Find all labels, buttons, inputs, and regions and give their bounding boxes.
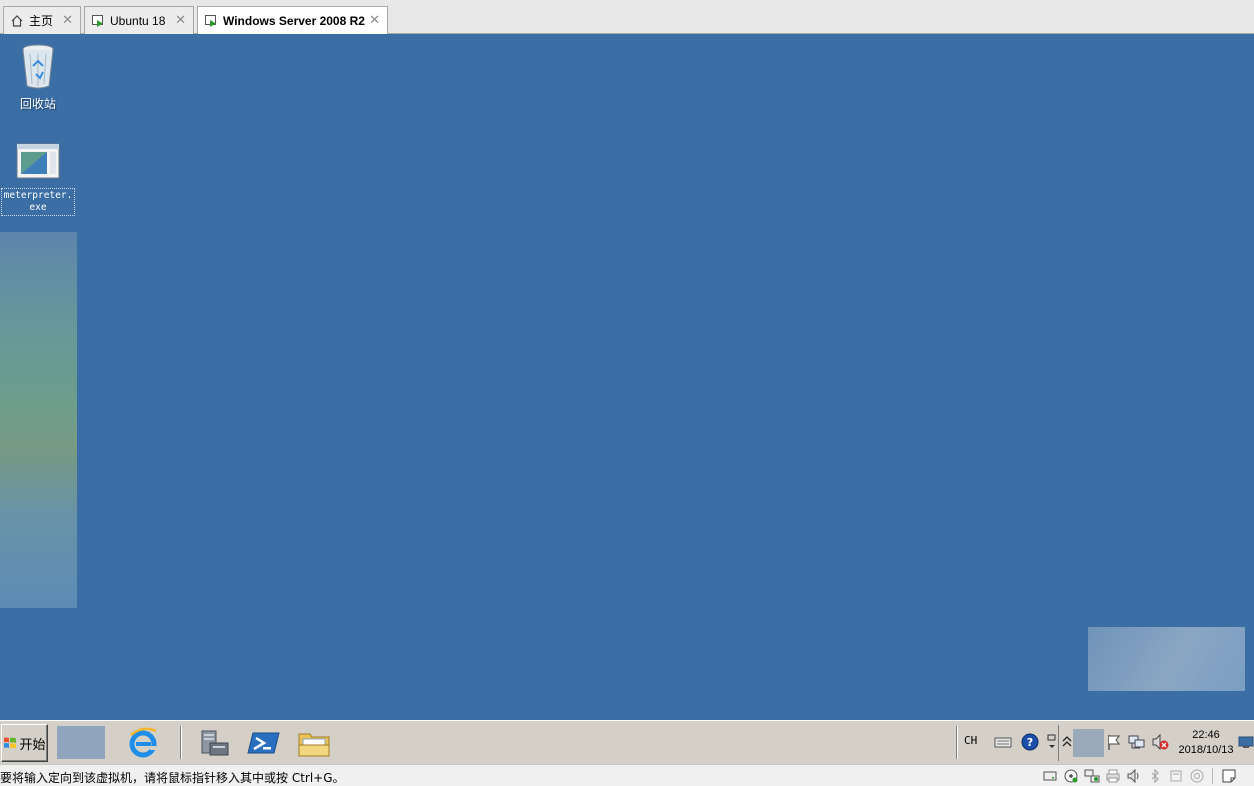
display-icon[interactable] xyxy=(1189,768,1205,784)
close-icon[interactable]: ✕ xyxy=(175,12,186,28)
usb-device-icon[interactable] xyxy=(1168,768,1184,784)
redacted-region xyxy=(0,232,77,608)
vmware-status-bar: 要将输入定向到该虚拟机，请将鼠标指针移入其中或按 Ctrl+G。 xyxy=(0,764,1254,786)
volume-muted-icon[interactable] xyxy=(1151,733,1169,751)
server-manager-icon[interactable] xyxy=(196,725,232,761)
sound-card-icon[interactable] xyxy=(1126,768,1142,784)
tab-windows-server[interactable]: Windows Server 2008 R2 ✕ xyxy=(197,6,388,35)
internet-explorer-icon[interactable] xyxy=(125,725,161,761)
taskbar: 开始 CH ? 22:46 2018/10/13 xyxy=(0,720,1254,764)
show-hidden-icons-icon[interactable] xyxy=(1061,733,1073,751)
network-icon[interactable] xyxy=(1128,733,1146,751)
close-icon[interactable]: ✕ xyxy=(62,12,73,28)
taskbar-separator xyxy=(956,726,958,759)
network-adapter-icon[interactable] xyxy=(1084,768,1100,784)
message-log-icon[interactable] xyxy=(1221,768,1237,784)
tab-ubuntu[interactable]: Ubuntu 18 ✕ xyxy=(84,6,194,34)
printer-icon[interactable] xyxy=(1105,768,1121,784)
desktop-icon-label: meterpreter.exe xyxy=(1,188,75,216)
desktop-icon-meterpreter[interactable]: meterpreter.exe xyxy=(0,142,76,216)
system-clock[interactable]: 22:46 2018/10/13 xyxy=(1174,728,1238,758)
executable-icon xyxy=(16,143,60,179)
status-message: 要将输入定向到该虚拟机，请将鼠标指针移入其中或按 Ctrl+G。 xyxy=(0,771,345,785)
tab-label: Windows Server 2008 R2 xyxy=(223,14,365,28)
action-center-flag-icon[interactable] xyxy=(1105,733,1123,751)
tab-label: Ubuntu 18 xyxy=(110,13,166,28)
svg-text:?: ? xyxy=(1027,736,1033,749)
taskbar-separator xyxy=(180,726,182,759)
recycle-bin-icon xyxy=(22,44,54,89)
status-separator xyxy=(1212,768,1213,784)
show-desktop-icon[interactable] xyxy=(1238,733,1254,751)
folder-icon[interactable] xyxy=(296,725,332,761)
close-icon[interactable]: ✕ xyxy=(369,12,380,28)
vm-running-icon xyxy=(205,15,216,27)
language-indicator[interactable]: CH xyxy=(964,734,977,747)
keyboard-icon[interactable] xyxy=(994,733,1012,751)
bluetooth-icon[interactable] xyxy=(1147,768,1163,784)
clock-date: 2018/10/13 xyxy=(1178,744,1234,756)
vm-running-icon xyxy=(92,14,103,27)
start-button[interactable]: 开始 xyxy=(1,724,48,762)
desktop-icon-label: 回收站 xyxy=(19,97,56,111)
hard-disk-icon[interactable] xyxy=(1042,768,1058,784)
tab-label: 主页 xyxy=(29,14,54,28)
clock-time: 22:46 xyxy=(1192,729,1220,741)
vm-tab-bar: 主页 ✕ Ubuntu 18 ✕ Windows Server 2008 R2 … xyxy=(0,0,1254,35)
desktop-icon-recycle-bin[interactable]: 回收站 xyxy=(0,42,76,112)
redacted-region xyxy=(57,726,105,759)
tab-home[interactable]: 主页 ✕ xyxy=(3,6,81,34)
start-label: 开始 xyxy=(19,736,46,752)
windows-logo-icon xyxy=(4,737,17,749)
help-icon[interactable]: ? xyxy=(1021,733,1039,751)
redacted-region xyxy=(1073,729,1104,757)
redacted-region xyxy=(1088,627,1245,691)
guest-desktop[interactable]: 回收站 meterpreter.exe xyxy=(0,34,1254,720)
toolbar-options-icon[interactable] xyxy=(1046,733,1058,751)
powershell-icon[interactable] xyxy=(246,725,282,761)
cd-dvd-icon[interactable] xyxy=(1063,768,1079,784)
home-icon xyxy=(11,14,23,27)
